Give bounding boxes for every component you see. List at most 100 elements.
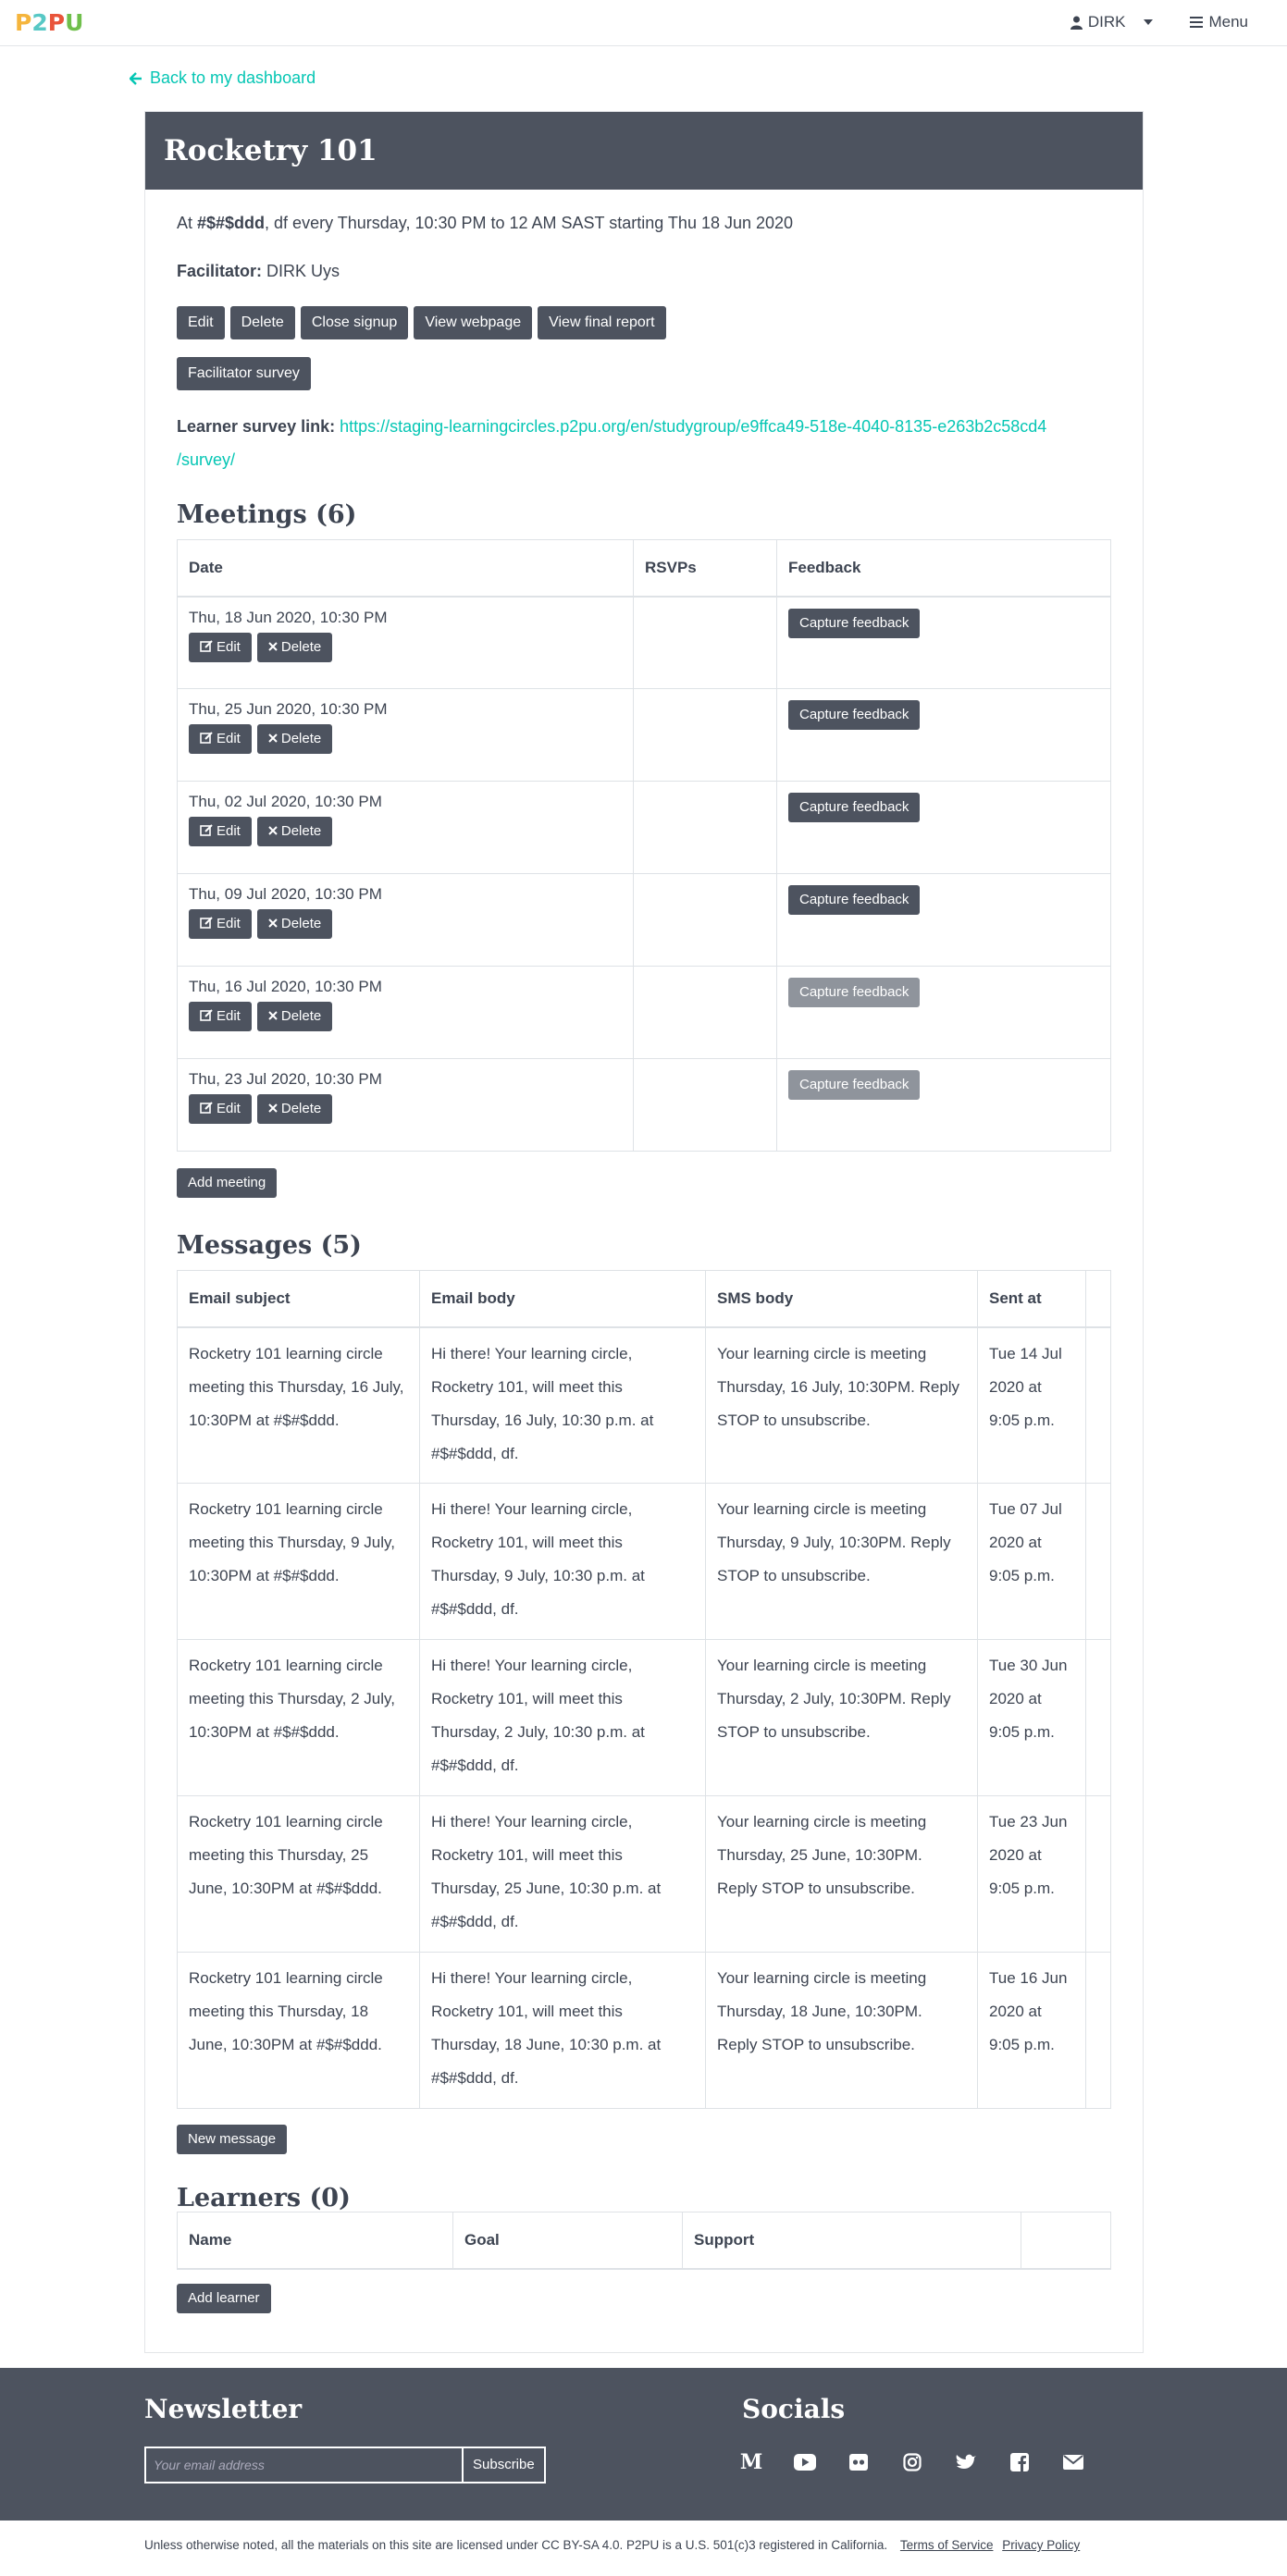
meeting-date: Thu, 02 Jul 2020, 10:30 PM (189, 793, 382, 810)
sent-at-cell: Tue 07 Jul 2020 at 9:05 p.m. (977, 1483, 1086, 1640)
meeting-delete-button[interactable]: Delete (256, 817, 333, 846)
schedule-text: At #$#$ddd, df every Thursday, 10:30 PM … (177, 214, 794, 232)
learners-table-wrap: Name Goal Support (177, 2212, 1111, 2270)
privacy-link[interactable]: Privacy Policy (1002, 2538, 1080, 2552)
add-meeting-button[interactable]: Add meeting (177, 1168, 278, 1198)
message-empty-cell (1085, 1952, 1111, 2109)
newsletter-email-input[interactable]: Your email address (144, 2447, 464, 2484)
subscribe-button[interactable]: Subscribe (464, 2447, 546, 2484)
delete-button[interactable]: Delete (229, 306, 295, 339)
sent-at-cell: Tue 16 Jun 2020 at 9:05 p.m. (977, 1952, 1086, 2109)
view-webpage-button[interactable]: View webpage (414, 306, 533, 339)
sent-at-cell: Tue 14 Jul 2020 at 9:05 p.m. (977, 1326, 1086, 1484)
times-icon (268, 733, 278, 743)
meeting-feedback-cell: Capture feedback (776, 688, 1111, 782)
column-header: Feedback (776, 539, 1111, 598)
column-header: SMS body (705, 1270, 978, 1328)
edit-icon (200, 917, 213, 929)
email-subject-cell: Rocketry 101 learning circle meeting thi… (177, 1952, 420, 2109)
column-header-empty (1021, 2212, 1111, 2270)
meeting-row: Thu, 02 Jul 2020, 10:30 PM Edit Delete Capt… (177, 781, 1111, 874)
add-learner-button[interactable]: Add learner (177, 2284, 271, 2313)
capture-feedback-button[interactable]: Capture feedback (788, 793, 921, 822)
medium-icon[interactable]: M (740, 2450, 762, 2474)
messages-table: Email subject Email body SMS body Sent a… (177, 1270, 1111, 2109)
meeting-feedback-cell: Capture feedback (776, 596, 1111, 689)
times-icon (268, 918, 278, 928)
meeting-edit-button[interactable]: Edit (189, 632, 252, 662)
meeting-date-cell: Thu, 25 Jun 2020, 10:30 PM Edit Delete (177, 688, 634, 782)
meeting-delete-button[interactable]: Delete (256, 632, 333, 662)
column-header: Date (177, 539, 634, 598)
learners-table: Name Goal Support (177, 2212, 1111, 2270)
meeting-delete-button[interactable]: Delete (256, 1002, 333, 1031)
message-row: Rocketry 101 learning circle meeting thi… (177, 1483, 1111, 1640)
flickr-icon[interactable] (848, 2451, 870, 2473)
meeting-date-cell: Thu, 16 Jul 2020, 10:30 PM Edit Delete (177, 966, 634, 1059)
email-subject-cell: Rocketry 101 learning circle meeting thi… (177, 1483, 420, 1640)
capture-feedback-button[interactable]: Capture feedback (788, 608, 921, 638)
youtube-icon[interactable] (794, 2451, 816, 2473)
meeting-edit-button[interactable]: Edit (189, 724, 252, 754)
message-row: Rocketry 101 learning circle meeting thi… (177, 1326, 1111, 1484)
capture-feedback-button[interactable]: Capture feedback (788, 1070, 921, 1100)
back-to-dashboard-link[interactable]: Back to my dashboard (130, 68, 316, 88)
meetings-table-wrap: Date RSVPs Feedback Thu, 18 Jun 2020, 10… (177, 539, 1111, 1152)
times-icon (268, 1011, 278, 1020)
meeting-delete-button[interactable]: Delete (256, 909, 333, 939)
edit-icon (200, 824, 213, 836)
meeting-row: Thu, 09 Jul 2020, 10:30 PM Edit Delete Capt… (177, 873, 1111, 967)
menu-label: Menu (1208, 13, 1248, 31)
sms-body-cell: Your learning circle is meeting Thursday… (705, 1795, 978, 1953)
top-navbar: P2PU DIRK Menu (0, 0, 1287, 46)
meeting-delete-button[interactable]: Delete (256, 724, 333, 754)
p2pu-logo[interactable]: P2PU (15, 9, 83, 36)
capture-feedback-button[interactable]: Capture feedback (788, 885, 921, 915)
meeting-delete-button[interactable]: Delete (256, 1094, 333, 1124)
message-empty-cell (1085, 1326, 1111, 1484)
meeting-edit-button[interactable]: Edit (189, 909, 252, 939)
edit-icon (200, 639, 213, 652)
social-links: M (740, 2450, 1084, 2474)
capture-feedback-button[interactable]: Capture feedback (788, 700, 921, 730)
close-signup-button[interactable]: Close signup (300, 306, 409, 339)
meeting-date-cell: Thu, 23 Jul 2020, 10:30 PM Edit Delete (177, 1058, 634, 1152)
edit-icon (200, 1009, 213, 1021)
meeting-date: Thu, 18 Jun 2020, 10:30 PM (189, 608, 388, 626)
facilitator-survey-button[interactable]: Facilitator survey (177, 357, 311, 390)
column-header: RSVPs (633, 539, 777, 598)
learner-survey-link: Learner survey link: https://staging-lea… (177, 417, 1047, 469)
facilitator-text: Facilitator: DIRK Uys (177, 262, 340, 280)
meeting-edit-button[interactable]: Edit (189, 1002, 252, 1031)
learners-heading: Learners (0) (177, 2184, 351, 2212)
email-body-cell: Hi there! Your learning circle, Rocketry… (419, 1952, 706, 2109)
edit-icon (200, 732, 213, 744)
socials-heading: Socials (742, 2394, 846, 2424)
user-name: DIRK (1087, 13, 1126, 31)
main-menu-button[interactable]: Menu (1190, 13, 1248, 31)
email-body-cell: Hi there! Your learning circle, Rocketry… (419, 1639, 706, 1796)
column-header: Goal (452, 2212, 683, 2270)
email-icon[interactable] (1062, 2451, 1084, 2473)
edit-button[interactable]: Edit (177, 306, 225, 339)
sms-body-cell: Your learning circle is meeting Thursday… (705, 1326, 978, 1484)
facebook-icon[interactable] (1009, 2451, 1031, 2473)
meeting-edit-button[interactable]: Edit (189, 1094, 252, 1124)
instagram-icon[interactable] (901, 2451, 923, 2473)
view-final-report-button[interactable]: View final report (538, 306, 666, 339)
messages-heading: Messages (5) (177, 1231, 362, 1260)
newsletter-form: Your email address Subscribe (144, 2447, 546, 2484)
meeting-rsvps-cell (633, 1058, 777, 1152)
learning-circle-card: Rocketry 101 At #$#$ddd, df every Thursd… (144, 111, 1144, 2353)
user-menu[interactable]: DIRK (1070, 13, 1154, 31)
twitter-icon[interactable] (955, 2451, 977, 2473)
message-empty-cell (1085, 1639, 1111, 1796)
terms-link[interactable]: Terms of Service (900, 2538, 994, 2552)
sms-body-cell: Your learning circle is meeting Thursday… (705, 1483, 978, 1640)
new-message-button[interactable]: New message (177, 2125, 288, 2154)
meeting-feedback-cell: Capture feedback (776, 781, 1111, 874)
capture-feedback-button[interactable]: Capture feedback (788, 978, 921, 1007)
meeting-rsvps-cell (633, 688, 777, 782)
meeting-edit-button[interactable]: Edit (189, 817, 252, 846)
message-empty-cell (1085, 1795, 1111, 1953)
